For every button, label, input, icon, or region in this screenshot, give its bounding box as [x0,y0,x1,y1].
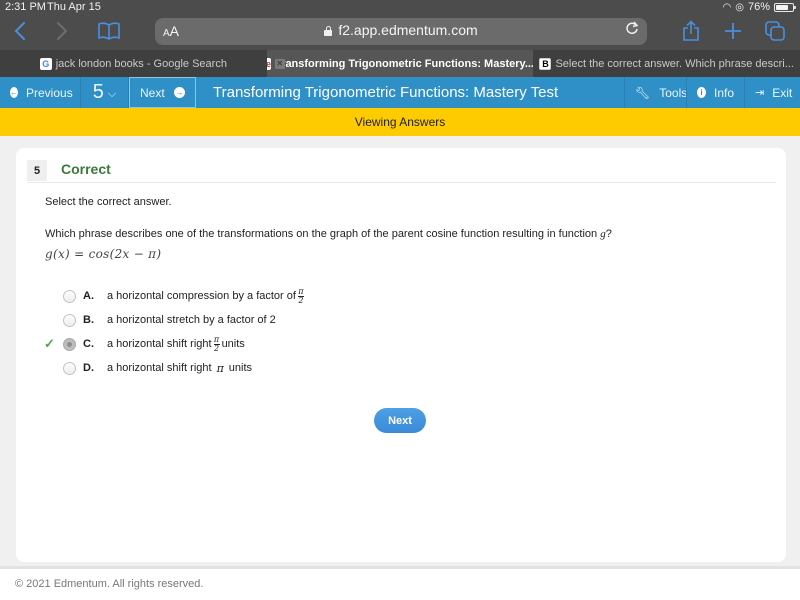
lock-icon [324,26,333,36]
chevron-down-icon: ⌵ [107,88,117,100]
browser-tab-brainly[interactable]: B Select the correct answer. Which phras… [533,50,800,77]
copyright-text: © 2021 Edmentum. All rights reserved. [15,578,204,590]
option-suffix: units [221,338,245,350]
status-date: Thu Apr 15 [47,1,101,13]
status-indicators: ◠ ◎ 76% [722,1,796,13]
next-label: Next [140,85,165,100]
radio-button-selected[interactable] [63,337,76,351]
tabs-icon [765,21,785,41]
new-tab-button[interactable] [722,18,744,44]
tools-label: Tools [659,85,688,100]
question-number-dropdown[interactable]: 5 ⌵ [81,77,129,108]
exit-button[interactable]: ⇥ Exit [744,77,800,108]
info-button[interactable]: i Info [686,77,744,108]
fraction-numerator: π [298,286,304,296]
info-label: Info [713,85,734,100]
option-label: a horizontal shift right [107,338,212,350]
question-number: 5 [92,81,104,103]
chevron-left-icon [14,22,25,40]
answer-status: Correct [61,161,111,177]
option-letter: A. [83,290,94,302]
share-icon [683,20,699,41]
sign-out-icon: ⇥ [755,87,765,99]
option-letter: C. [83,338,94,350]
checkmark-icon: ✓ [44,336,55,351]
tab-title: Select the correct answer. Which phrase … [555,57,794,70]
status-time: 2:31 PM [5,1,46,13]
divider [27,182,776,183]
radio-button[interactable] [63,361,76,375]
previous-button[interactable]: ← Previous [0,77,81,108]
brainly-icon: B [539,57,552,70]
browser-tab-edmentum[interactable]: ✕ e Transforming Trigonometric Functions… [266,50,534,77]
option-text: a horizontal shift right π2 units [107,334,245,353]
question-prompt: Which phrase describes one of the transf… [45,228,612,240]
prompt-text: Which phrase describes one of the transf… [45,228,598,240]
chevron-right-icon [57,22,68,40]
previous-label: Previous [26,85,73,100]
option-label: a horizontal compression by a factor of [107,290,296,302]
option-letter: D. [83,362,94,374]
function-formula: g(x) = cos(2x − π) [45,247,162,261]
instruction-text: Select the correct answer. [45,196,172,208]
battery-fill [776,4,789,10]
option-text: a horizontal compression by a factor of … [107,286,306,305]
browser-tab-google[interactable]: G jack london books - Google Search [0,50,267,77]
fraction: π2 [213,334,220,353]
plus-icon [725,23,741,39]
edmentum-icon: e [266,57,272,70]
radio-button[interactable] [63,313,76,327]
close-tab-icon[interactable]: ✕ [274,58,285,69]
browser-toolbar: 2:31 PM Thu Apr 15 ◠ ◎ 76% AA f2.app.edm… [0,0,800,50]
prompt-end: ? [605,228,612,240]
fraction-denominator: 2 [214,343,220,353]
browser-tab-strip: G jack london books - Google Search ✕ e … [0,50,800,77]
option-letter: B. [83,314,94,326]
option-text: a horizontal shift right π units [107,362,252,375]
option-label: a horizontal stretch by a factor of 2 [107,314,276,326]
info-icon: i [697,87,706,98]
question-number-badge: 5 [27,160,47,181]
option-label: a horizontal shift right [107,362,212,374]
reload-button[interactable] [625,21,639,40]
exit-label: Exit [772,85,793,100]
next-header-button[interactable]: Next → [129,77,196,108]
footer-divider [0,566,800,569]
url-display[interactable]: f2.app.edmentum.com [155,22,647,38]
book-icon [98,22,120,40]
test-header: ← Previous 5 ⌵ Next → Transforming Trigo… [0,77,800,108]
bookmarks-button[interactable] [97,18,121,44]
next-button[interactable]: Next [374,408,426,433]
reload-icon [626,21,639,35]
address-bar[interactable]: AA f2.app.edmentum.com [155,18,647,45]
battery-percent: 76% [747,1,770,13]
status-bar: 2:31 PM Thu Apr 15 ◠ ◎ 76% [0,0,800,14]
battery-icon [774,2,796,12]
arrow-left-circle-icon: ← [10,87,18,98]
pi-symbol: π [216,361,224,375]
share-button[interactable] [680,18,702,44]
option-suffix: units [228,362,253,374]
wrench-icon: 🔧︎ [635,85,651,100]
forward-button[interactable] [52,18,72,44]
test-title: Transforming Trigonometric Functions: Ma… [213,84,559,101]
orientation-lock-icon: ◎ [735,1,744,13]
tab-title: Transforming Trigonometric Functions: Ma… [275,57,534,70]
tools-button[interactable]: 🔧︎ Tools [624,77,688,108]
tab-title: jack london books - Google Search [55,57,227,70]
google-icon: G [39,57,52,70]
wifi-icon: ◠ [722,1,732,13]
fraction: π2 [297,286,304,305]
radio-button[interactable] [63,289,76,303]
tab-overview-button[interactable] [764,18,786,44]
option-text: a horizontal stretch by a factor of 2 [107,314,276,326]
question-card: 5 Correct Select the correct answer. Whi… [16,148,786,562]
url-text: f2.app.edmentum.com [338,22,478,38]
fraction-denominator: 2 [298,295,304,305]
arrow-right-circle-icon: → [174,87,185,98]
viewing-answers-banner: Viewing Answers [0,108,800,136]
back-button[interactable] [10,18,30,44]
fraction-numerator: π [213,334,220,344]
